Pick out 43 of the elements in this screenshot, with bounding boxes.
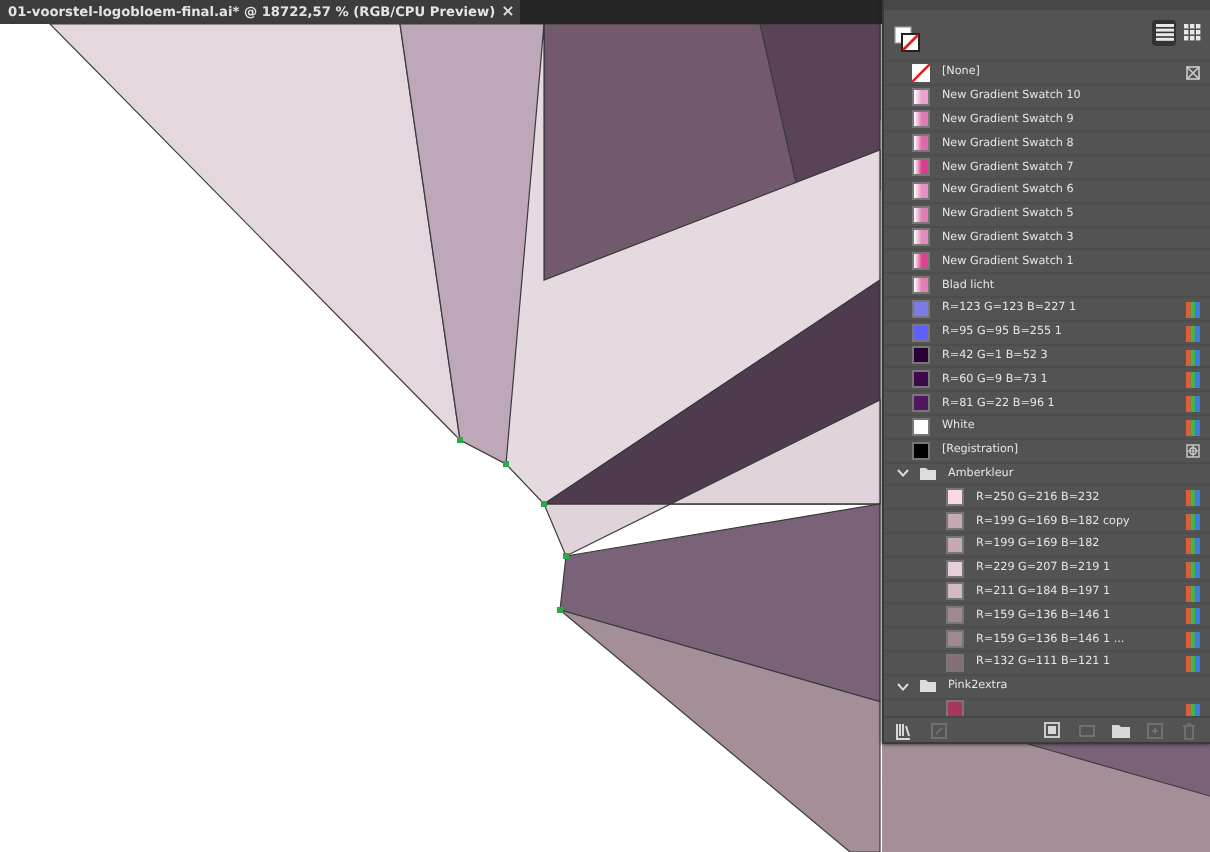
swatch-kind-icon[interactable] (930, 721, 948, 739)
no-edit-icon (1186, 66, 1200, 80)
color-swatch[interactable] (946, 512, 964, 531)
color-swatch[interactable] (946, 606, 964, 625)
gradient-swatch[interactable] (912, 228, 930, 247)
gradient-swatch[interactable] (912, 158, 930, 177)
color-swatch[interactable] (912, 323, 930, 342)
gradient-swatch[interactable] (912, 134, 930, 153)
fill-stroke-icon[interactable] (894, 26, 920, 52)
swatch-options-icon[interactable] (1044, 721, 1062, 739)
folder-icon (920, 467, 936, 480)
gradient-swatch[interactable] (912, 205, 930, 224)
color-swatch[interactable] (946, 559, 964, 578)
new-swatch-icon[interactable] (1146, 721, 1164, 739)
none-swatch-icon[interactable] (912, 63, 930, 82)
gradient-swatch[interactable] (912, 87, 930, 106)
library-icon[interactable] (896, 721, 914, 739)
chevron-icon[interactable] (896, 679, 910, 694)
color-swatch[interactable] (912, 346, 930, 365)
gradient-swatch[interactable] (912, 252, 930, 271)
color-swatch[interactable] (946, 630, 964, 649)
color-swatch[interactable] (912, 417, 930, 436)
color-swatch[interactable] (946, 488, 964, 507)
gradient-swatch[interactable] (912, 276, 930, 295)
list-view-button[interactable] (1152, 20, 1176, 46)
color-swatch[interactable] (912, 299, 930, 318)
color-swatch[interactable] (946, 582, 964, 601)
gradient-swatch[interactable] (912, 110, 930, 129)
registration-swatch[interactable] (912, 441, 930, 460)
color-group-icon[interactable] (1078, 721, 1096, 739)
color-swatch[interactable] (946, 653, 964, 672)
folder-icon (920, 680, 936, 693)
color-swatch[interactable] (912, 370, 930, 389)
grid-view-button[interactable] (1180, 20, 1204, 46)
color-swatch[interactable] (946, 700, 964, 716)
gradient-swatch[interactable] (912, 181, 930, 200)
color-swatch[interactable] (946, 535, 964, 554)
folder-icon[interactable] (1112, 721, 1130, 739)
color-swatch[interactable] (912, 394, 930, 413)
registration-icon (1186, 443, 1200, 458)
close-button[interactable]: × (501, 4, 515, 20)
color-mode-icon (1186, 703, 1200, 716)
chevron-icon[interactable] (896, 466, 910, 481)
